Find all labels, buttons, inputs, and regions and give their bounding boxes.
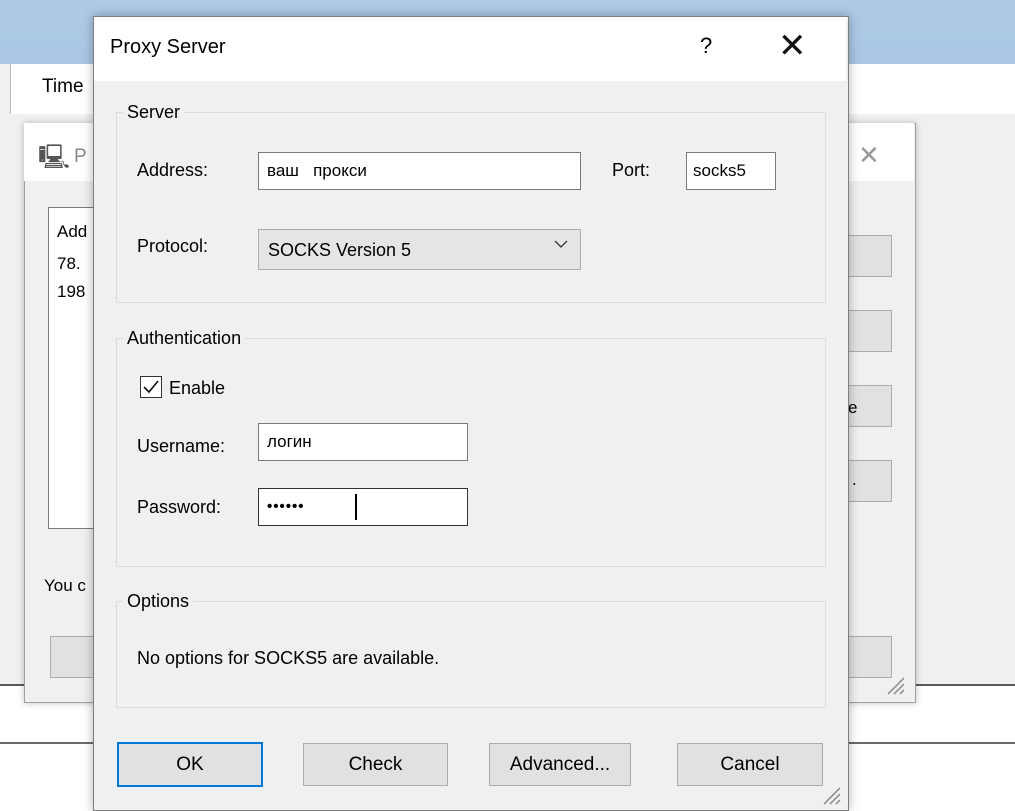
protocol-selected-value: SOCKS Version 5 [268,240,412,260]
cancel-button[interactable]: Cancel [677,743,823,786]
options-group-legend: Options [127,591,190,611]
username-input[interactable]: логин [258,423,468,461]
proxy-list-dialog-title: P [74,146,87,167]
proxy-list-side-button-label: e [848,398,858,417]
authentication-group-legend: Authentication [127,328,242,348]
password-label: Password: [137,497,222,517]
address-input[interactable]: ваш прокси [258,152,581,190]
server-icon: 🖳 [38,144,71,171]
enable-label[interactable]: Enable [169,378,225,399]
column-header-time[interactable]: Time [42,76,84,98]
list-header: Add [57,222,88,241]
text-caret [355,494,357,520]
server-group-legend: Server [127,102,181,122]
port-input[interactable]: socks5 [686,152,776,190]
address-label: Address: [137,160,209,180]
enable-checkbox[interactable] [140,376,162,398]
resize-grip-icon[interactable] [818,782,842,806]
help-icon[interactable]: ? [700,33,712,59]
password-input[interactable]: •••••• [258,488,468,526]
advanced-button[interactable]: Advanced... [489,743,631,786]
proxy-list-hint: You c [44,576,86,595]
list-item[interactable]: 78. [57,254,81,274]
checkmark-icon [143,380,159,394]
server-group: Server [116,103,826,303]
resize-grip-icon[interactable] [882,672,906,696]
close-icon[interactable]: ✕ [858,140,880,171]
check-button[interactable]: Check [303,743,448,786]
username-label: Username: [137,436,226,456]
proxy-list-side-button-label: . [852,470,857,489]
port-label: Port: [612,160,651,180]
list-item[interactable]: 198 [57,282,85,302]
dialog-title: Proxy Server [110,36,226,58]
close-icon[interactable]: ✕ [778,26,807,66]
options-message: No options for SOCKS5 are available. [137,648,440,668]
chevron-down-icon[interactable] [553,236,569,252]
protocol-label: Protocol: [137,236,209,256]
ok-button[interactable]: OK [117,742,263,787]
